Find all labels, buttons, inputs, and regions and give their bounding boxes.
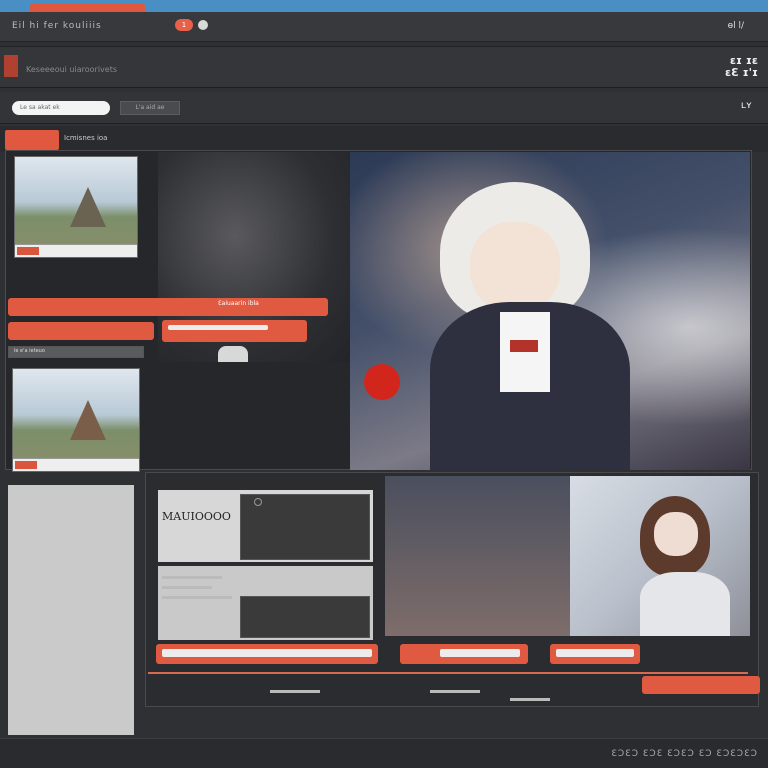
thumbnail-1[interactable] <box>14 156 138 258</box>
subheader-right-label[interactable]: ɛɪ ɪɛ ɛƐ ɪ'ɪ <box>725 55 758 79</box>
search-icon[interactable] <box>254 498 262 506</box>
window-titlebar <box>158 480 373 490</box>
orange-banner[interactable] <box>8 298 328 316</box>
text-line <box>162 586 212 589</box>
character-face-2 <box>654 512 698 556</box>
window-viewport-2 <box>240 596 370 638</box>
lower-preview <box>385 476 570 636</box>
row-label: le e'a ieteuo <box>14 348 45 354</box>
thumbnail-2[interactable] <box>12 368 140 472</box>
window-title: MAUIOOOO <box>162 510 231 523</box>
status-bar: ƐƆƐƆ ƐƆƐ ƐƆƐƆ ƐƆ ƐƆƐƆƐƆ <box>0 738 768 768</box>
character-face <box>470 222 560 312</box>
thumbnail-caption <box>15 244 137 257</box>
footer-line <box>430 690 480 693</box>
progress-line <box>168 325 268 330</box>
orange-button-right[interactable] <box>162 320 307 342</box>
app-title: Eil hi fer kouliiis <box>12 21 102 31</box>
toolbar: Le sa akat ek L'a aid ae ʟʏ <box>0 92 768 124</box>
footer-line <box>510 698 550 701</box>
character-bow <box>510 340 538 352</box>
text-line <box>162 596 232 599</box>
title-strip <box>0 0 768 12</box>
character-shirt <box>500 312 550 392</box>
side-blank-panel <box>8 485 134 735</box>
tab-active[interactable] <box>5 130 59 150</box>
lower-progress-right <box>556 649 634 657</box>
footer-line <box>270 690 320 693</box>
featured-artwork <box>350 152 750 470</box>
caption-tag <box>15 461 37 469</box>
character-artwork-2 <box>570 476 750 636</box>
app-header: Eil hi fer kouliiis 1 ɵl l/ <box>0 12 768 42</box>
lower-window-2 <box>158 566 373 640</box>
scroll-handle[interactable] <box>218 346 248 362</box>
orange-button-left[interactable] <box>8 322 154 340</box>
lower-progress-mid <box>440 649 520 657</box>
app-logo-icon <box>4 55 18 77</box>
castle-icon <box>69 399 106 440</box>
tab-row: Icmisnes ioa <box>0 126 768 152</box>
status-text: ƐƆƐƆ ƐƆƐ ƐƆƐƆ ƐƆ ƐƆƐƆƐƆ <box>611 749 758 759</box>
notification-badge[interactable]: 1 <box>175 19 193 31</box>
subheader: Keseeeoui uiaroorivets ɛɪ ɪɛ ɛƐ ɪ'ɪ <box>0 46 768 88</box>
toolbar-right-label[interactable]: ʟʏ <box>741 100 752 111</box>
lower-window: MAUIOOOO <box>158 480 373 562</box>
text-line <box>162 576 222 579</box>
toolbar-button[interactable]: L'a aid ae <box>120 101 180 115</box>
mountain-icon <box>69 187 106 227</box>
thumbnail-caption <box>13 458 139 471</box>
search-input[interactable]: Le sa akat ek <box>12 101 110 115</box>
avatar[interactable] <box>198 20 208 30</box>
header-right-label[interactable]: ɵl l/ <box>728 21 744 31</box>
character-body-2 <box>640 572 730 636</box>
active-window-tab[interactable] <box>30 4 145 12</box>
red-orb-icon <box>364 364 400 400</box>
tab-label: Icmisnes ioa <box>64 134 108 142</box>
subheader-subtitle: Keseeeoui uiaroorivets <box>26 65 118 74</box>
caption-tag <box>17 247 39 255</box>
banner-label: Ɛaiuaarin ibla <box>218 300 259 307</box>
lower-progress-left <box>162 649 372 657</box>
action-button[interactable] <box>642 676 760 694</box>
divider <box>148 672 748 674</box>
